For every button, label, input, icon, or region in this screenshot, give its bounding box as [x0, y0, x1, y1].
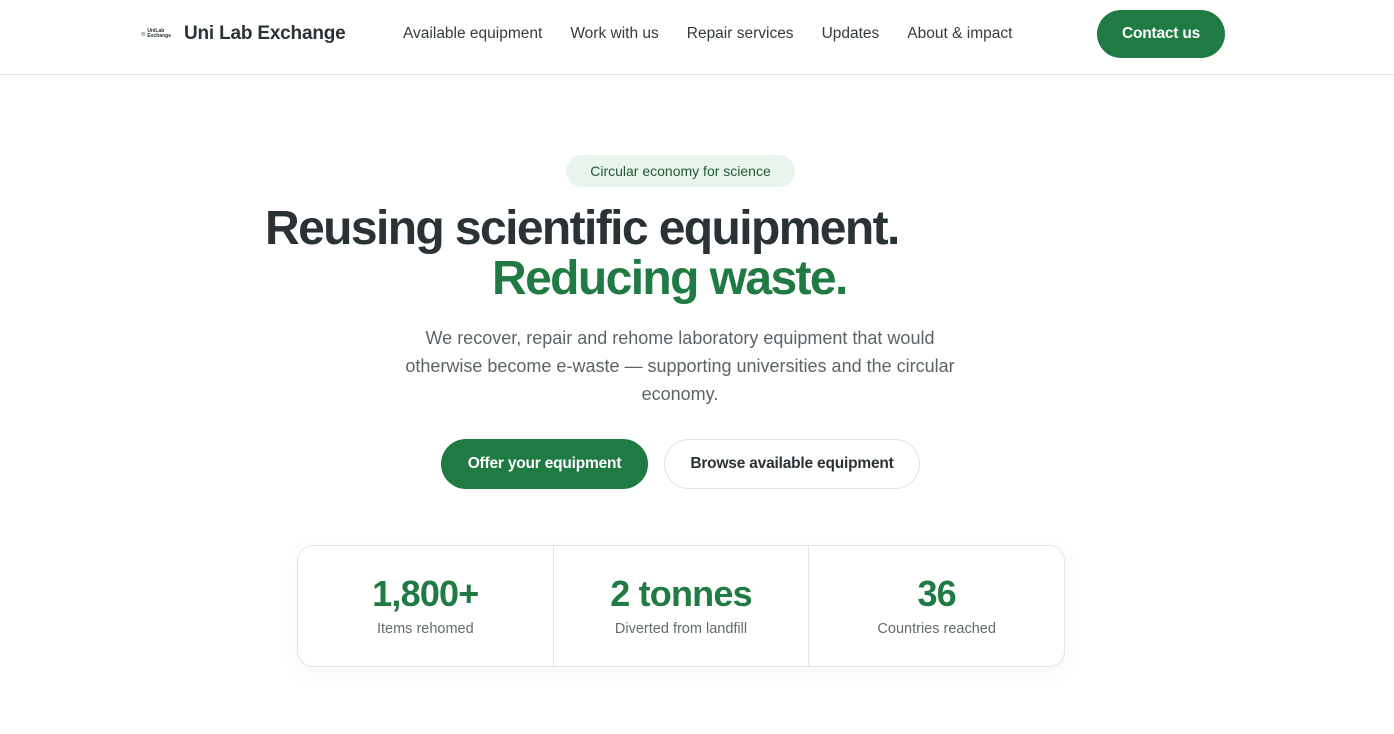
hero-title-line1: Reusing scientific equipment. — [265, 202, 900, 255]
stat-diverted-landfill: 2 tonnes Diverted from landfill — [554, 546, 810, 666]
nav-about-impact[interactable]: About & impact — [907, 24, 1012, 44]
logo[interactable]: UniLab Exchange Uni Lab Exchange — [141, 22, 346, 46]
stats-card: 1,800+ Items rehomed 2 tonnes Diverted f… — [297, 545, 1065, 667]
main-nav: Available equipment Work with us Repair … — [403, 24, 1040, 44]
hero-title: Reusing scientific equipment. Reducing w… — [0, 204, 1394, 304]
nav-available-equipment[interactable]: Available equipment — [403, 24, 542, 44]
site-header: UniLab Exchange Uni Lab Exchange Availab… — [0, 0, 1394, 75]
offer-equipment-button[interactable]: Offer your equipment — [441, 439, 648, 489]
logo-mark: UniLab Exchange — [141, 24, 171, 44]
stat-countries-reached: 36 Countries reached — [809, 546, 1064, 666]
stat-label: Diverted from landfill — [614, 621, 748, 637]
stat-label: Items rehomed — [376, 621, 474, 637]
brand-name: Uni Lab Exchange — [184, 23, 346, 44]
hero-title-line2: Reducing waste. — [492, 252, 848, 305]
stat-value: 2 tonnes — [610, 573, 752, 614]
logo-small-text: UniLab Exchange — [147, 29, 171, 39]
browse-equipment-button[interactable]: Browse available equipment — [664, 439, 920, 489]
nav-work-with-us[interactable]: Work with us — [570, 24, 658, 44]
stat-label: Countries reached — [877, 621, 996, 637]
eyebrow-badge: Circular economy for science — [566, 155, 795, 187]
stat-items-rehomed: 1,800+ Items rehomed — [298, 546, 554, 666]
nav-repair-services[interactable]: Repair services — [687, 24, 794, 44]
recycle-globe-icon — [141, 31, 146, 37]
nav-updates[interactable]: Updates — [822, 24, 880, 44]
stat-value: 36 — [917, 573, 956, 614]
logo-small-text-line2: Exchange — [147, 33, 171, 39]
contact-button[interactable]: Contact us — [1097, 10, 1225, 58]
hero-subtitle: We recover, repair and rehome laboratory… — [405, 328, 955, 404]
stat-value: 1,800+ — [372, 573, 479, 614]
